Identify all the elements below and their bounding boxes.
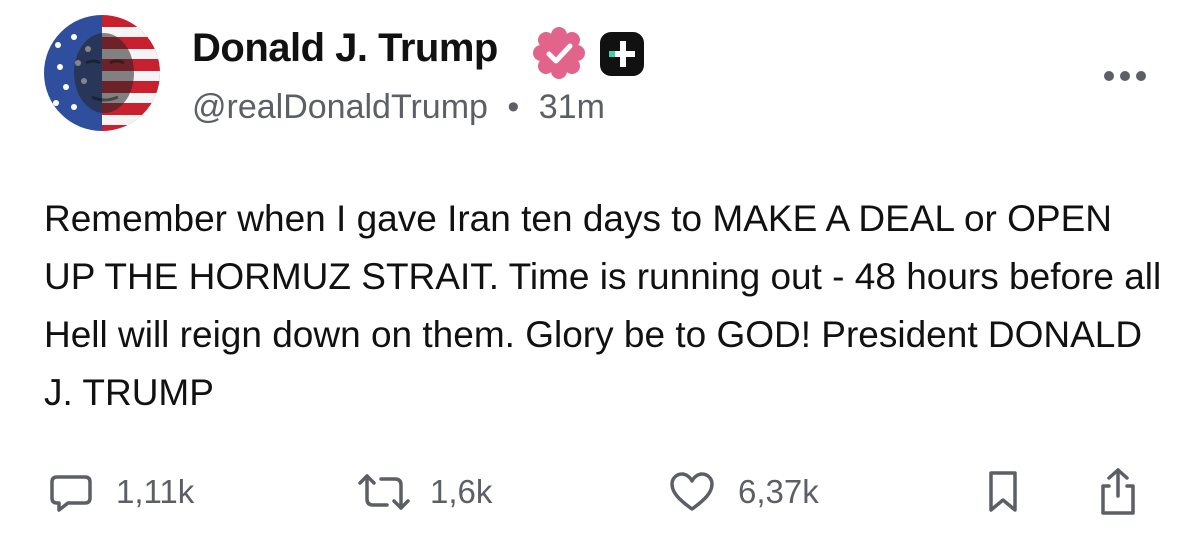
meta-separator: •	[507, 88, 520, 126]
author-name[interactable]: Donald J. Trump	[192, 26, 498, 71]
bookmark-icon	[989, 471, 1017, 512]
more-options-button[interactable]	[1101, 63, 1149, 89]
like-count: 6,37k	[738, 473, 819, 510]
like-button[interactable]: 6,37k	[668, 462, 819, 522]
plus-badge-icon	[598, 30, 646, 78]
like-icon	[670, 472, 714, 511]
repost-count: 1,6k	[430, 473, 493, 510]
more-options-icon	[1104, 71, 1146, 81]
avatar[interactable]	[44, 15, 160, 131]
reply-icon	[50, 475, 92, 512]
post-meta: @realDonaldTrump • 31m	[192, 88, 605, 127]
reply-count: 1,11k	[116, 473, 195, 510]
share-button[interactable]	[1096, 462, 1140, 522]
author-handle[interactable]: @realDonaldTrump	[192, 88, 488, 126]
post-text: Remember when I gave Iran ten days to MA…	[44, 198, 1162, 413]
bookmark-button[interactable]	[986, 462, 1020, 522]
repost-button[interactable]: 1,6k	[354, 462, 492, 522]
repost-icon	[358, 474, 410, 510]
verified-badge-icon	[533, 27, 585, 79]
post-time[interactable]: 31m	[539, 88, 605, 126]
action-bar: 1,11k 1,6k 6,37k	[0, 462, 1199, 522]
share-icon	[1101, 468, 1135, 515]
avatar-image	[44, 15, 160, 131]
reply-button[interactable]: 1,11k	[48, 462, 194, 522]
